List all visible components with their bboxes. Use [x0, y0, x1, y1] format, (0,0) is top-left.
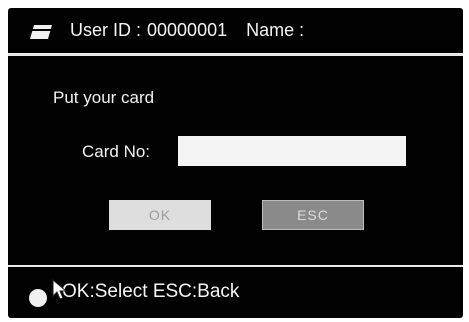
card-no-label: Card No:: [82, 142, 151, 161]
prompt-text: Put your card: [53, 88, 155, 107]
footer-hint: OK:Select ESC:Back: [62, 281, 240, 302]
esc-button[interactable]: ESC: [262, 200, 364, 230]
user-id-value: 00000001: [147, 20, 228, 40]
card-icon: [30, 25, 52, 39]
card-no-input[interactable]: [178, 136, 406, 166]
footer-divider: [8, 265, 463, 267]
mouse-cursor-icon: [52, 279, 68, 300]
header-divider: [8, 53, 463, 56]
header-text: User ID :00000001 Name :: [70, 20, 316, 41]
ok-key-dot-icon: [29, 289, 47, 307]
device-screen: User ID :00000001 Name : Put your card C…: [8, 8, 463, 318]
header-bar: User ID :00000001 Name :: [8, 8, 463, 54]
user-id-label: User ID :: [70, 20, 142, 40]
name-label: Name :: [246, 20, 305, 40]
ok-button[interactable]: OK: [109, 200, 211, 230]
